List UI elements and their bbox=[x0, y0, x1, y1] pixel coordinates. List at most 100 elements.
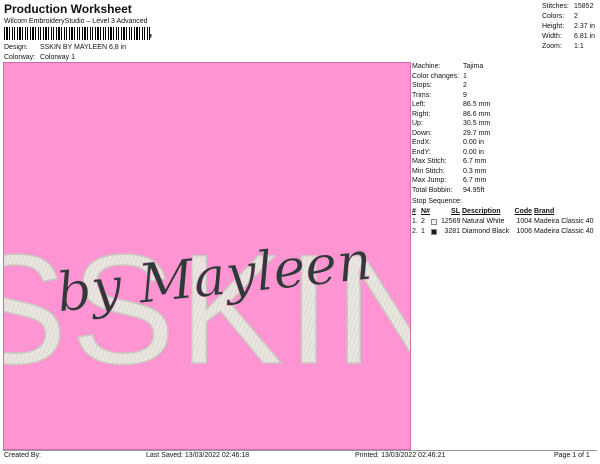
stat-label: Colors: bbox=[542, 13, 565, 20]
info-label: Max Jump: bbox=[412, 177, 447, 184]
info-label: Total Bobbin: bbox=[412, 186, 453, 194]
stat-value: 1:1 bbox=[574, 43, 584, 50]
footer-printed: Printed: 13/03/2022 02:46:21 bbox=[355, 452, 446, 459]
info-row: Min Stitch: 0.3 mm bbox=[412, 167, 598, 177]
info-row: Total Bobbin: 94.95ft bbox=[412, 186, 598, 196]
stop-sequence-table: # N# SL Description Code Brand 1. 2 1256… bbox=[412, 207, 598, 237]
header-description: Description bbox=[462, 208, 501, 215]
info-label: EndX: bbox=[412, 139, 432, 146]
row-description: Natural White bbox=[462, 218, 505, 225]
info-value: 0.00 in bbox=[463, 148, 485, 156]
row-description: Diamond Black bbox=[462, 228, 510, 235]
row-n: 1 bbox=[421, 228, 425, 235]
info-value: 94.95ft bbox=[463, 186, 485, 194]
header-brand: Brand bbox=[534, 208, 555, 215]
stat-row: Zoom: 1:1 bbox=[542, 43, 598, 53]
row-num: 2. bbox=[412, 228, 418, 235]
row-sl: 3281 bbox=[444, 228, 460, 235]
header-swatch bbox=[431, 207, 441, 217]
embroidery-artwork: SSKIN by Mayleen bbox=[4, 222, 410, 398]
info-row: Right: 86.6 mm bbox=[412, 110, 598, 120]
info-row: Max Jump: 6.7 mm bbox=[412, 176, 598, 186]
info-value: 30.5 mm bbox=[463, 120, 491, 127]
colorway-label: Colorway: bbox=[4, 54, 36, 61]
stop-sequence-title: Stop Sequence: bbox=[412, 198, 462, 205]
row-brand: Madeira Classic 40 bbox=[534, 218, 594, 225]
row-brand: Madeira Classic 40 bbox=[534, 228, 594, 235]
stat-label: Zoom: bbox=[542, 43, 562, 50]
info-label: Max Stitch: bbox=[412, 158, 447, 165]
barcode bbox=[4, 27, 150, 40]
footer-saved: Last Saved: 13/03/2022 02:46:18 bbox=[146, 452, 250, 459]
stat-value: 15852 bbox=[574, 3, 594, 10]
machine-info: Machine: Tajima Color changes: 1 Stops: 2 Trim… bbox=[412, 62, 598, 195]
info-value: Tajima bbox=[463, 63, 484, 70]
info-label: Up: bbox=[412, 120, 423, 127]
info-row: Left: 86.5 mm bbox=[412, 100, 598, 110]
stats-panel: Stitches: 15852 Colors: 2 Height: 2.37 in W… bbox=[542, 3, 598, 53]
info-value: 0.3 mm bbox=[463, 167, 487, 175]
stat-label: Height: bbox=[542, 23, 565, 30]
barcode-suffix: , bbox=[149, 25, 153, 39]
row-num: 1. bbox=[412, 218, 418, 225]
table-header-row: # N# SL Description Code Brand bbox=[412, 207, 598, 217]
colorway-value: Colorway 1 bbox=[39, 54, 75, 61]
info-label: Trims: bbox=[412, 91, 432, 99]
stat-value: 2 bbox=[574, 13, 578, 20]
info-row: Machine: Tajima bbox=[412, 62, 598, 72]
table-row: 1. 2 12569 Natural White 1004 Madeira Cl… bbox=[412, 217, 598, 227]
header-code: Code bbox=[514, 208, 533, 215]
info-label: Down: bbox=[412, 129, 432, 137]
stat-label: Stitches: bbox=[542, 3, 569, 10]
row-n: 2 bbox=[421, 218, 425, 225]
info-label: Left: bbox=[412, 101, 426, 108]
row-sl: 12569 bbox=[441, 218, 461, 225]
colorway-row: Colorway: Colorway 1 bbox=[4, 54, 75, 61]
stat-row: Width: 6.81 in bbox=[542, 33, 598, 43]
info-row: Color changes: 1 bbox=[412, 72, 598, 82]
info-label: Machine: bbox=[412, 63, 441, 70]
stat-value: 2.37 in bbox=[574, 23, 596, 30]
header-n: N# bbox=[421, 208, 430, 215]
software-subtitle: Wilcom EmbroideryStudio – Level 3 Advanc… bbox=[4, 18, 148, 25]
info-row: Trims: 9 bbox=[412, 91, 598, 101]
header-num: # bbox=[412, 208, 416, 215]
footer-page: Page 1 of 1 bbox=[554, 452, 590, 459]
info-row: Stops: 2 bbox=[412, 81, 598, 91]
info-value: 86.6 mm bbox=[463, 110, 491, 118]
info-row: Down: 29.7 mm bbox=[412, 129, 598, 139]
table-row: 2. 1 3281 Diamond Black 1006 Madeira Cla… bbox=[412, 227, 598, 237]
stat-row: Stitches: 15852 bbox=[542, 3, 598, 13]
footer-created: Created By: bbox=[4, 452, 41, 459]
info-value: 2 bbox=[463, 82, 467, 89]
info-row: Max Stitch: 6.7 mm bbox=[412, 157, 598, 167]
info-value: 86.5 mm bbox=[463, 101, 491, 108]
info-value: 6.7 mm bbox=[463, 158, 487, 165]
info-row: EndY: 0.00 in bbox=[412, 148, 598, 158]
page-title: Production Worksheet bbox=[4, 2, 132, 16]
info-value: 29.7 mm bbox=[463, 129, 491, 137]
design-row: Design: SSKIN BY MAYLEEN 6,8 in bbox=[4, 44, 126, 51]
info-label: EndY: bbox=[412, 148, 431, 156]
design-value: SSKIN BY MAYLEEN 6,8 in bbox=[39, 44, 127, 51]
row-code: 1006 bbox=[516, 228, 532, 235]
info-label: Min Stitch: bbox=[412, 167, 445, 175]
stat-label: Width: bbox=[542, 33, 562, 40]
info-row: EndX: 0.00 in bbox=[412, 138, 598, 148]
info-value: 1 bbox=[463, 72, 467, 80]
info-label: Right: bbox=[412, 110, 431, 118]
color-swatch bbox=[431, 227, 441, 237]
design-preview: SSKIN by Mayleen bbox=[3, 62, 411, 450]
stat-row: Height: 2.37 in bbox=[542, 23, 598, 33]
header-sl: SL bbox=[451, 208, 460, 215]
info-label: Color changes: bbox=[412, 72, 460, 80]
row-code: 1004 bbox=[516, 218, 532, 225]
stat-row: Colors: 2 bbox=[542, 13, 598, 23]
stat-value: 6.81 in bbox=[574, 33, 596, 40]
info-value: 9 bbox=[463, 91, 467, 99]
info-label: Stops: bbox=[412, 82, 432, 89]
footer-divider bbox=[3, 450, 597, 451]
info-value: 6.7 mm bbox=[463, 177, 487, 184]
design-label: Design: bbox=[4, 44, 28, 51]
info-row: Up: 30.5 mm bbox=[412, 119, 598, 129]
